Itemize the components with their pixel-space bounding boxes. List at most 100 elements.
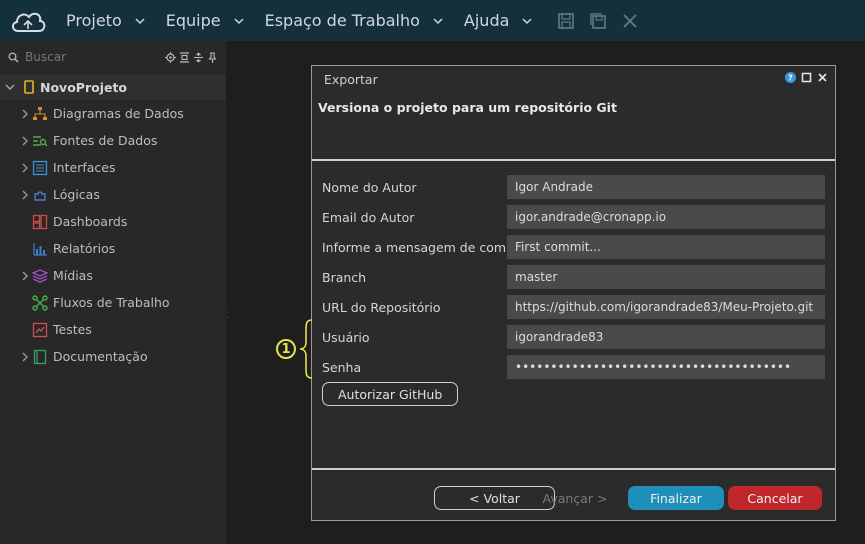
tree-item-fontes[interactable]: Fontes de Dados [0, 127, 226, 154]
menu-ajuda-label: Ajuda [463, 11, 510, 30]
annotation-number-badge: 1 [276, 339, 296, 359]
tree-item-label: Relatórios [53, 241, 116, 256]
chevron-right-icon [18, 271, 32, 281]
report-icon [33, 242, 47, 256]
form-row-username: Usuário [322, 322, 826, 352]
tree-item-label: Interfaces [53, 160, 116, 175]
collapse-all-icon[interactable] [179, 51, 190, 63]
tree-item-fluxos[interactable]: Fluxos de Trabalho [0, 289, 226, 316]
tree-item-label: Mídias [53, 268, 93, 283]
finish-button[interactable]: Finalizar [628, 486, 724, 510]
chevron-right-icon [18, 163, 32, 173]
maximize-icon[interactable] [801, 72, 812, 83]
media-icon [32, 268, 48, 283]
datasource-icon [33, 135, 48, 146]
tree-item-label: Fluxos de Trabalho [53, 295, 170, 310]
doc-icon [33, 349, 47, 364]
tree-item-midias[interactable]: Mídias [0, 262, 226, 289]
chevron-down-icon [433, 17, 443, 24]
chevron-right-icon [18, 352, 32, 362]
chevron-down-icon [135, 17, 145, 24]
username-label: Usuário [322, 329, 370, 345]
author-email-field[interactable] [507, 205, 825, 229]
svg-text:?: ? [788, 74, 793, 83]
form-row-branch: Branch [322, 262, 826, 292]
menu-projeto-label: Projeto [66, 11, 122, 30]
chevron-right-icon [18, 136, 32, 146]
tree-item-documentacao[interactable]: Documentação [0, 343, 226, 370]
repo-url-label: URL do Repositório [322, 299, 441, 315]
annotation-brace-icon [299, 319, 313, 379]
search-input[interactable] [25, 50, 165, 64]
search-icon [8, 52, 19, 63]
tree-item-label: Testes [53, 322, 92, 337]
author-name-field[interactable] [507, 175, 825, 199]
menu-equipe[interactable]: Equipe [156, 0, 255, 41]
dialog-subtitle: Versiona o projeto para um repositório G… [318, 100, 617, 115]
form-row-password: Senha [322, 352, 826, 382]
save-icon[interactable] [557, 12, 575, 30]
tree-item-diagramas[interactable]: Diagramas de Dados [0, 100, 226, 127]
project-icon [24, 80, 34, 94]
branch-field[interactable] [507, 265, 825, 289]
diagram-icon [33, 106, 47, 120]
project-tree: Diagramas de Dados Fontes de Dados Inter… [0, 100, 226, 370]
repo-url-field[interactable] [507, 295, 825, 319]
dialog-window-controls: ? [785, 72, 828, 83]
dashboard-icon [32, 214, 48, 229]
chevron-down-icon [234, 17, 244, 24]
form-row-repo-url: URL do Repositório [322, 292, 826, 322]
password-label: Senha [322, 359, 362, 375]
project-name: NovoProjeto [40, 79, 128, 95]
export-dialog: Exportar ? Versiona o projeto para um re… [311, 65, 836, 521]
chevron-right-icon [18, 109, 32, 119]
workflow-icon [32, 294, 48, 311]
project-sidebar: NovoProjeto Diagramas de Dados Fontes de… [0, 41, 226, 544]
splitter-handle-icon[interactable]: · · · [226, 306, 229, 322]
logic-icon [34, 190, 46, 201]
password-field[interactable] [507, 355, 825, 379]
tree-item-label: Diagramas de Dados [53, 106, 184, 121]
help-icon[interactable]: ? [785, 72, 796, 83]
sidebar-search-bar [0, 41, 226, 74]
chevron-down-icon [522, 17, 532, 24]
sidebar-splitter[interactable] [226, 41, 228, 544]
test-icon [32, 322, 48, 337]
username-field[interactable] [507, 325, 825, 349]
authorize-github-button[interactable]: Autorizar GitHub [322, 382, 459, 406]
locate-icon[interactable] [165, 51, 176, 63]
tree-item-testes[interactable]: Testes [0, 316, 226, 343]
tree-item-label: Dashboards [53, 214, 128, 229]
menu-projeto[interactable]: Projeto [56, 0, 156, 41]
pin-icon[interactable] [207, 51, 218, 63]
dialog-header: Exportar ? Versiona o projeto para um re… [312, 66, 835, 161]
next-button[interactable]: Avançar > [530, 486, 620, 510]
menu-equipe-label: Equipe [165, 11, 221, 30]
author-email-label: Email do Autor [322, 209, 415, 225]
expand-all-icon[interactable] [193, 52, 204, 63]
close-icon[interactable] [621, 12, 639, 30]
menu-espaco-trabalho[interactable]: Espaço de Trabalho [255, 0, 454, 41]
dialog-title: Exportar [324, 72, 378, 87]
tree-item-label: Lógicas [53, 187, 100, 202]
cancel-button[interactable]: Cancelar [728, 486, 822, 510]
tree-project-root[interactable]: NovoProjeto [0, 74, 226, 100]
form-row-author-name: Nome do Autor [322, 172, 826, 202]
close-icon[interactable] [817, 72, 828, 83]
tree-item-interfaces[interactable]: Interfaces [0, 154, 226, 181]
interface-icon [32, 160, 48, 175]
menu-ajuda[interactable]: Ajuda [454, 0, 544, 41]
commit-message-label: Informe a mensagem de commit [322, 239, 507, 255]
tree-item-logicas[interactable]: Lógicas [0, 181, 226, 208]
menubar: Projeto Equipe Espaço de Trabalho Ajuda [0, 0, 865, 41]
form-row-commit-message: Informe a mensagem de commit [322, 232, 826, 262]
tree-item-relatorios[interactable]: Relatórios [0, 235, 226, 262]
save-all-icon[interactable] [589, 12, 607, 30]
cloud-logo-icon[interactable] [0, 0, 56, 41]
author-name-label: Nome do Autor [322, 179, 417, 195]
tree-item-dashboards[interactable]: Dashboards [0, 208, 226, 235]
tree-item-label: Fontes de Dados [53, 133, 158, 148]
branch-label: Branch [322, 269, 367, 285]
dialog-footer: < Voltar Avançar > Finalizar Cancelar [312, 468, 835, 520]
commit-message-field[interactable] [507, 235, 825, 259]
